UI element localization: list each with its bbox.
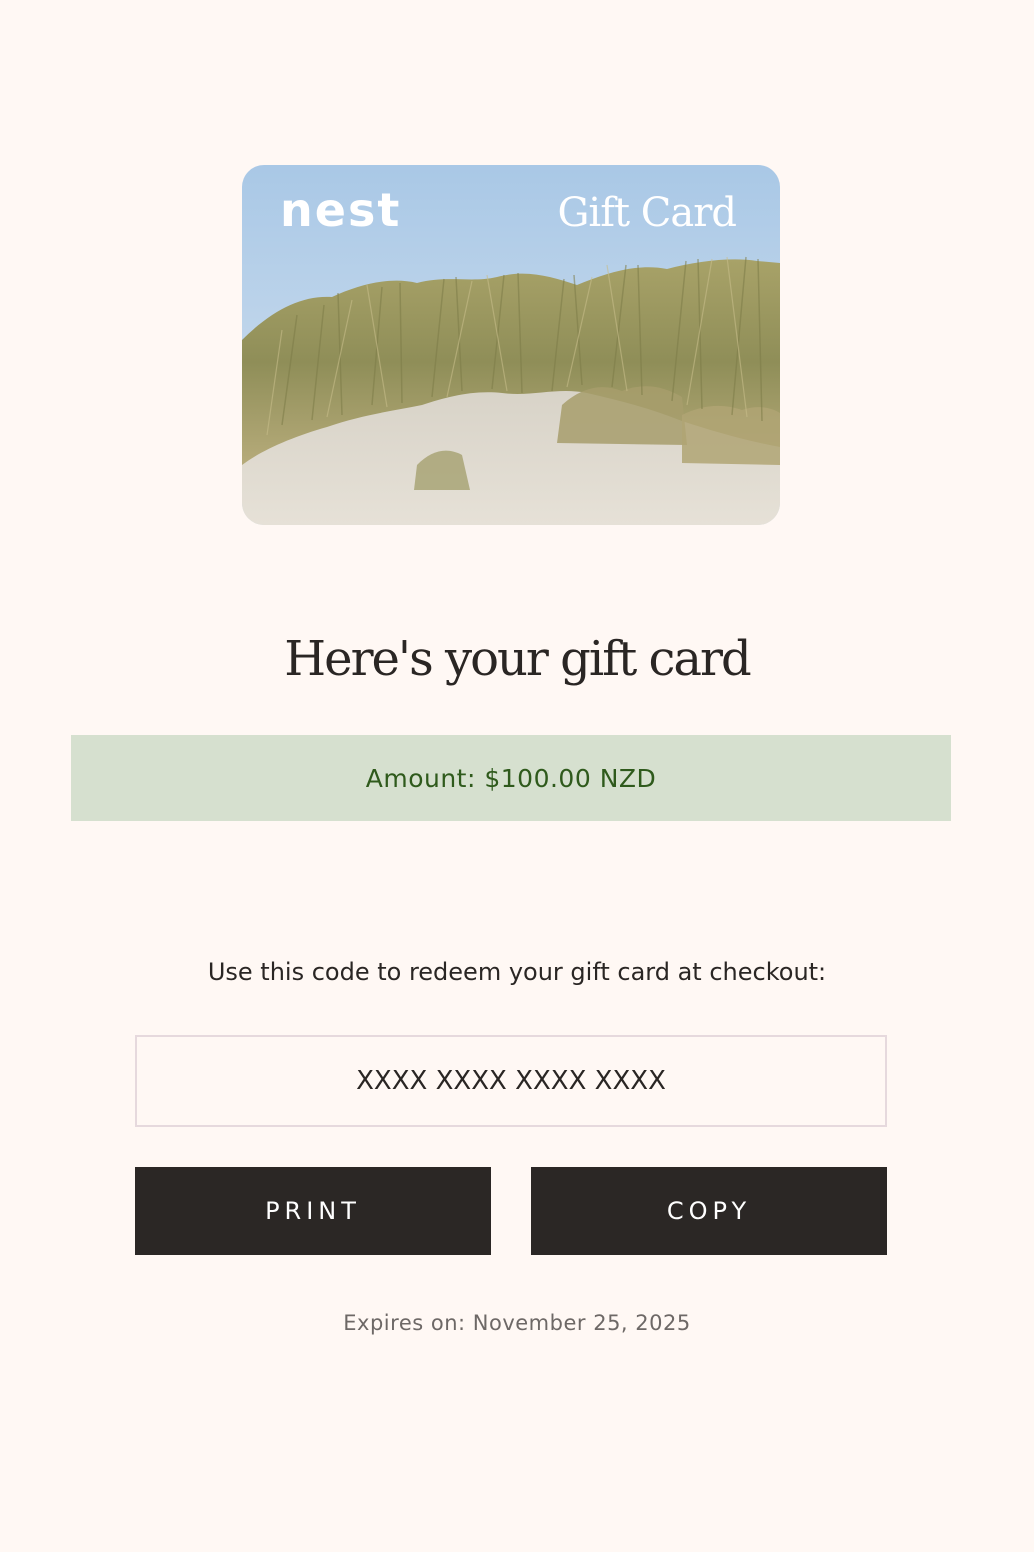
gift-card-label: Gift Card xyxy=(557,190,737,236)
copy-button[interactable]: COPY xyxy=(531,1167,887,1255)
amount-banner: Amount: $100.00 NZD xyxy=(71,735,951,821)
redeem-instructions: Use this code to redeem your gift card a… xyxy=(207,958,827,986)
expiry-text: Expires on: November 25, 2025 xyxy=(0,1306,1034,1340)
amount-label: Amount: xyxy=(365,763,476,793)
print-button[interactable]: PRINT xyxy=(135,1167,491,1255)
gift-code-field[interactable] xyxy=(135,1035,887,1127)
expiry-label: Expires on: xyxy=(343,1311,466,1335)
expiry-date: November 25, 2025 xyxy=(472,1311,691,1335)
brand-logo: nest xyxy=(280,183,402,237)
amount-value: $100.00 NZD xyxy=(484,763,657,793)
gift-card-image: nest Gift Card xyxy=(242,165,780,525)
expiry-spacer xyxy=(466,1311,473,1335)
page-title: Here's your gift card xyxy=(284,631,751,687)
amount-spacer xyxy=(476,764,484,793)
